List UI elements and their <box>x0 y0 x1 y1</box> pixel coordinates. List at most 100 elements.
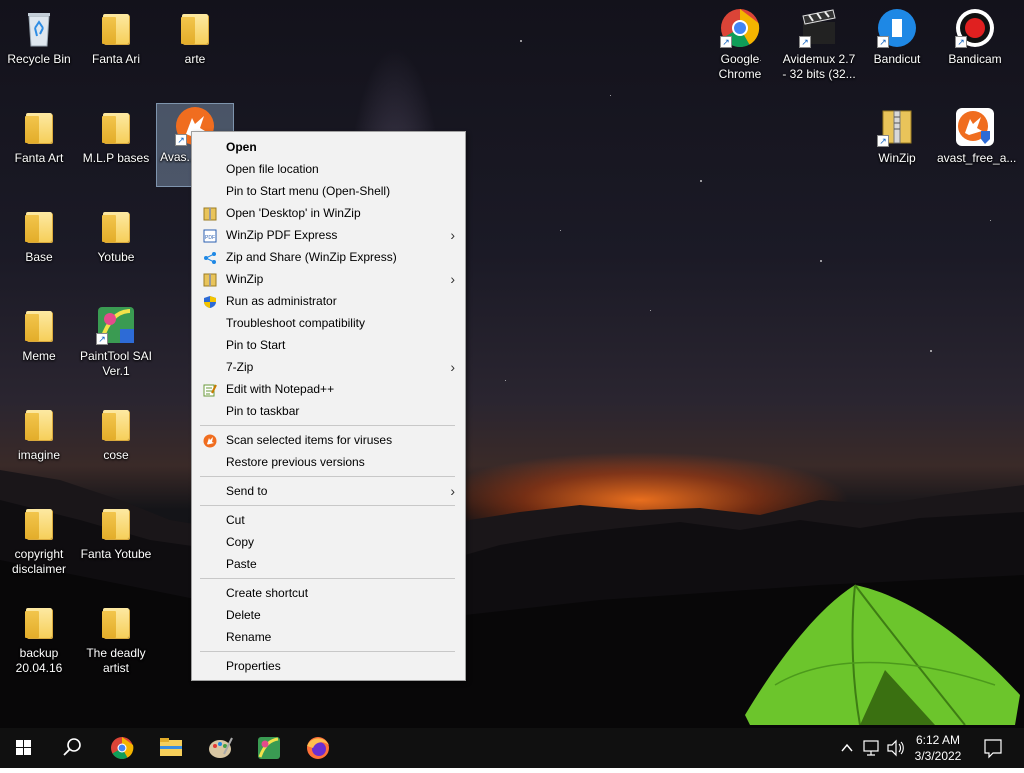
submenu-arrow-icon: › <box>450 271 455 287</box>
desktop-icon-folder[interactable]: cose <box>78 404 154 463</box>
desktop-icon-label: avast_free_a... <box>937 151 1017 165</box>
desktop-icon-folder[interactable]: Fanta Art <box>1 107 77 166</box>
desktop-icon-label: The deadly artist <box>86 646 146 675</box>
desktop-icon-avast-installer[interactable]: avast_free_a... <box>937 107 1017 166</box>
menu-item-scan-selected-items-for-viruses[interactable]: Scan selected items for viruses <box>192 429 465 451</box>
folder-icon <box>96 206 136 246</box>
folder-icon <box>19 107 59 147</box>
desktop-icon-google-chrome[interactable]: ↗ Google Chrome <box>702 8 778 82</box>
desktop-icon-label: copyright disclaimer <box>11 547 66 576</box>
menu-item-run-as-administrator[interactable]: Run as administrator <box>192 290 465 312</box>
desktop-icon-recycle-bin[interactable]: Recycle Bin <box>1 8 77 67</box>
menu-item-open[interactable]: Open <box>192 136 465 158</box>
menu-item-pin-to-start-menu-open-shell[interactable]: Pin to Start menu (Open-Shell) <box>192 180 465 202</box>
notification-icon[interactable] <box>978 728 1008 768</box>
pdf-icon: PDF <box>203 228 217 243</box>
folder-icon <box>175 8 215 48</box>
folder-icon <box>96 602 136 642</box>
menu-item-send-to[interactable]: Send to › <box>192 480 465 502</box>
avast-icon <box>955 107 995 147</box>
submenu-arrow-icon: › <box>450 227 455 243</box>
desktop-icon-folder[interactable]: Base <box>1 206 77 265</box>
desktop-icon-folder[interactable]: copyright disclaimer <box>1 503 77 577</box>
desktop-icon-folder[interactable]: The deadly artist <box>78 602 154 676</box>
menu-item-winzip[interactable]: WinZip › <box>192 268 465 290</box>
chrome-icon[interactable] <box>98 728 146 768</box>
painttool-sai-icon: ↗ <box>96 305 136 345</box>
desktop-icon-painttool-sai[interactable]: ↗ PaintTool SAI Ver.1 <box>78 305 154 379</box>
winzip-icon <box>203 206 217 221</box>
menu-item-label: Rename <box>226 630 272 644</box>
firefox-icon[interactable] <box>294 728 342 768</box>
file-explorer-icon[interactable] <box>147 728 195 768</box>
desktop-icon-label: M.L.P bases <box>82 151 150 165</box>
menu-item-create-shortcut[interactable]: Create shortcut <box>192 582 465 604</box>
svg-text:PDF: PDF <box>205 235 215 241</box>
clock[interactable]: 6:12 AM 3/3/2022 <box>906 728 970 768</box>
menu-item-label: Troubleshoot compatibility <box>226 316 365 330</box>
folder-icon <box>96 107 136 147</box>
menu-item-label: Run as administrator <box>226 294 337 308</box>
shortcut-arrow-icon: ↗ <box>96 333 108 345</box>
menu-item-label: Delete <box>226 608 261 622</box>
paint-palette-icon[interactable] <box>196 728 244 768</box>
desktop-icon-avidemux[interactable]: ↗ Avidemux 2.7 - 32 bits (32... <box>781 8 857 82</box>
menu-item-pin-to-start[interactable]: Pin to Start <box>192 334 465 356</box>
desktop-icon-folder[interactable]: Fanta Ari <box>78 8 154 67</box>
clapperboard-icon: ↗ <box>799 8 839 48</box>
menu-item-7-zip[interactable]: 7-Zip › <box>192 356 465 378</box>
menu-item-open-desktop-in-winzip[interactable]: Open 'Desktop' in WinZip <box>192 202 465 224</box>
menu-item-label: Open 'Desktop' in WinZip <box>226 206 361 220</box>
menu-item-winzip-pdf-express[interactable]: PDF WinZip PDF Express › <box>192 224 465 246</box>
folder-icon <box>19 503 59 543</box>
avast-icon <box>203 433 217 448</box>
menu-separator <box>200 425 455 426</box>
menu-item-label: Paste <box>226 557 257 571</box>
desktop-icon-bandicut[interactable]: ↗ Bandicut <box>859 8 935 67</box>
desktop-icon-folder[interactable]: Meme <box>1 305 77 364</box>
menu-item-open-file-location[interactable]: Open file location <box>192 158 465 180</box>
shortcut-arrow-icon: ↗ <box>877 36 889 48</box>
menu-item-zip-and-share-winzip-express[interactable]: Zip and Share (WinZip Express) <box>192 246 465 268</box>
desktop-icon-bandicam[interactable]: ↗ Bandicam <box>937 8 1013 67</box>
menu-item-restore-previous-versions[interactable]: Restore previous versions <box>192 451 465 473</box>
menu-item-cut[interactable]: Cut <box>192 509 465 531</box>
menu-item-pin-to-taskbar[interactable]: Pin to taskbar <box>192 400 465 422</box>
desktop-icon-label: WinZip <box>878 151 916 165</box>
chevron-up-icon[interactable] <box>836 728 858 768</box>
menu-item-label: Scan selected items for viruses <box>226 433 393 447</box>
menu-item-paste[interactable]: Paste <box>192 553 465 575</box>
volume-icon[interactable] <box>884 728 906 768</box>
desktop-icon-folder[interactable]: arte <box>157 8 233 67</box>
search-icon[interactable] <box>48 728 96 768</box>
desktop-icon-folder[interactable]: Fanta Yotube <box>78 503 154 562</box>
desktop-icon-folder[interactable]: backup 20.04.16 <box>1 602 77 676</box>
winzip-icon <box>203 272 217 287</box>
folder-icon <box>19 602 59 642</box>
folder-icon <box>96 503 136 543</box>
folder-icon <box>19 206 59 246</box>
menu-item-delete[interactable]: Delete <box>192 604 465 626</box>
notepad-icon <box>203 382 217 397</box>
menu-item-label: Copy <box>226 535 255 549</box>
desktop-icon-folder[interactable]: Yotube <box>78 206 154 265</box>
desktop-icon-folder[interactable]: imagine <box>1 404 77 463</box>
menu-item-label: WinZip <box>226 272 264 286</box>
windows-start-icon[interactable] <box>0 728 48 768</box>
context-menu: Open Open file location Pin to Start menu … <box>191 131 466 681</box>
menu-item-copy[interactable]: Copy <box>192 531 465 553</box>
desktop-icon-folder[interactable]: M.L.P bases <box>78 107 154 166</box>
desktop-icon-winzip[interactable]: ↗ WinZip <box>859 107 935 166</box>
bandicut-icon: ↗ <box>877 8 917 48</box>
network-icon[interactable] <box>860 728 882 768</box>
menu-item-rename[interactable]: Rename <box>192 626 465 648</box>
taskbar: 6:12 AM 3/3/2022 <box>0 728 1024 768</box>
shortcut-arrow-icon: ↗ <box>720 36 732 48</box>
menu-item-properties[interactable]: Properties <box>192 655 465 677</box>
menu-item-edit-with-notepad[interactable]: Edit with Notepad++ <box>192 378 465 400</box>
desktop[interactable]: Recycle Bin Fanta Art Base Meme imagine … <box>0 0 1024 728</box>
desktop-icon-label: imagine <box>17 448 61 462</box>
menu-item-troubleshoot-compatibility[interactable]: Troubleshoot compatibility <box>192 312 465 334</box>
painttool-sai-icon[interactable] <box>245 728 293 768</box>
menu-item-label: Create shortcut <box>226 586 309 600</box>
